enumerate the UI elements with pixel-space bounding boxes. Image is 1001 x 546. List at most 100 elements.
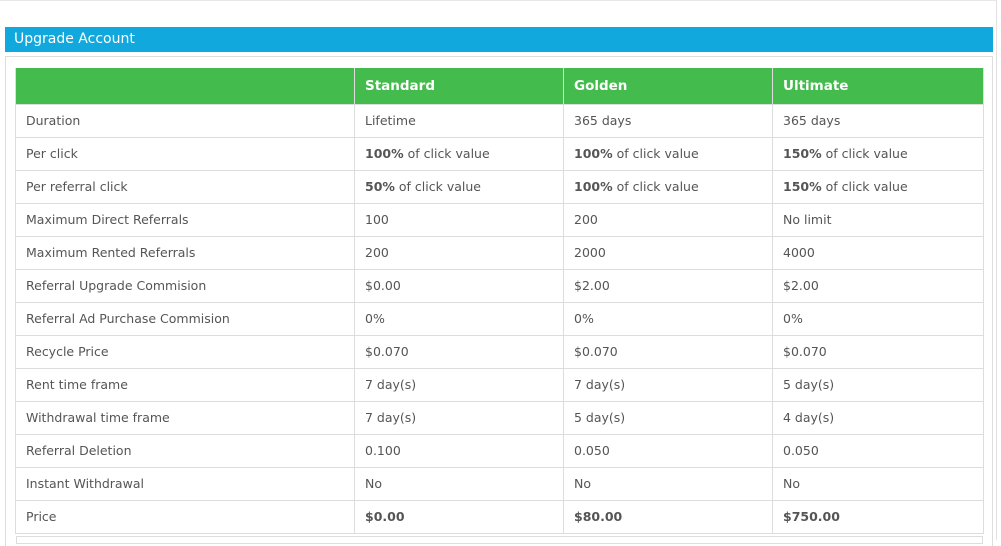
row-label: Withdrawal time frame xyxy=(15,400,355,435)
row-label: Maximum Direct Referrals xyxy=(15,202,355,237)
cell-text: $2.00 xyxy=(783,278,819,293)
cell-golden: 100% of click value xyxy=(563,169,773,204)
cell-standard: 100 xyxy=(354,202,564,237)
cell-text: 7 day(s) xyxy=(365,410,417,425)
cell-ultimate: 4000 xyxy=(772,235,984,270)
table-row: Rent time frame 7 day(s) 7 day(s) 5 day(s) xyxy=(15,367,984,402)
table-row: Per click 100% of click value 100% of clic… xyxy=(15,136,984,171)
cell-text: 365 days xyxy=(574,113,632,128)
table-body: Duration Lifetime 365 days 365 days Per clic… xyxy=(15,103,984,534)
cell-text: No xyxy=(365,476,382,491)
cell-golden: 7 day(s) xyxy=(563,367,773,402)
cell-text: $0.070 xyxy=(365,344,409,359)
next-panel-edge xyxy=(16,536,983,544)
cell-standard: No xyxy=(354,466,564,501)
cell-golden: 365 days xyxy=(563,103,773,138)
cell-text: 7 day(s) xyxy=(574,377,626,392)
cell-emphasis: 100% xyxy=(574,179,613,194)
cell-text: Lifetime xyxy=(365,113,416,128)
table-row-price: Price $0.00 $80.00 $750.00 xyxy=(15,499,984,534)
price-golden: $80.00 xyxy=(563,499,773,534)
header-golden: Golden xyxy=(563,68,773,104)
cell-golden: 5 day(s) xyxy=(563,400,773,435)
cell-standard: 7 day(s) xyxy=(354,367,564,402)
price-standard: $0.00 xyxy=(354,499,564,534)
cell-standard: $0.070 xyxy=(354,334,564,369)
cell-golden: 0% xyxy=(563,301,773,336)
cell-text: 0% xyxy=(365,311,385,326)
cell-text: 100 xyxy=(365,212,389,227)
table-row: Withdrawal time frame 7 day(s) 5 day(s) 4 d… xyxy=(15,400,984,435)
cell-ultimate: $2.00 xyxy=(772,268,984,303)
cell-text: No xyxy=(574,476,591,491)
cell-text: 200 xyxy=(365,245,389,260)
row-label: Price xyxy=(15,499,355,534)
panel-title: Upgrade Account xyxy=(5,27,993,52)
row-label: Duration xyxy=(15,103,355,138)
cell-text: $2.00 xyxy=(574,278,610,293)
cell-ultimate: No limit xyxy=(772,202,984,237)
cell-golden: 0.050 xyxy=(563,433,773,468)
cell-standard: 0.100 xyxy=(354,433,564,468)
cell-text: 4 day(s) xyxy=(783,410,835,425)
header-standard: Standard xyxy=(354,68,564,104)
price-ultimate: $750.00 xyxy=(772,499,984,534)
cell-ultimate: 0.050 xyxy=(772,433,984,468)
cell-text: of click value xyxy=(821,179,908,194)
cell-text: $0.00 xyxy=(365,278,401,293)
table-row: Referral Deletion 0.100 0.050 0.050 xyxy=(15,433,984,468)
cell-standard: 200 xyxy=(354,235,564,270)
cell-ultimate: 5 day(s) xyxy=(772,367,984,402)
row-label: Maximum Rented Referrals xyxy=(15,235,355,270)
cell-text: 0.050 xyxy=(574,443,610,458)
cell-text: of click value xyxy=(612,146,699,161)
cell-golden: 100% of click value xyxy=(563,136,773,171)
row-label: Per click xyxy=(15,136,355,171)
cell-text: 365 days xyxy=(783,113,841,128)
cell-text: $0.070 xyxy=(574,344,618,359)
cell-text: of click value xyxy=(612,179,699,194)
cell-ultimate: No xyxy=(772,466,984,501)
cell-standard: 100% of click value xyxy=(354,136,564,171)
cell-golden: 2000 xyxy=(563,235,773,270)
table-row: Per referral click 50% of click value 100%… xyxy=(15,169,984,204)
cell-text: 7 day(s) xyxy=(365,377,417,392)
plans-comparison-table: Standard Golden Ultimate Duration Lifetim… xyxy=(15,68,984,534)
cell-standard: $0.00 xyxy=(354,268,564,303)
table-row: Instant Withdrawal No No No xyxy=(15,466,984,501)
cell-ultimate: 4 day(s) xyxy=(772,400,984,435)
cell-ultimate: $0.070 xyxy=(772,334,984,369)
cell-text: 0% xyxy=(783,311,803,326)
row-label: Referral Upgrade Commision xyxy=(15,268,355,303)
header-ultimate: Ultimate xyxy=(772,68,984,104)
table-header-row: Standard Golden Ultimate xyxy=(15,68,984,104)
cell-golden: $0.070 xyxy=(563,334,773,369)
table-row: Referral Ad Purchase Commision 0% 0% 0% xyxy=(15,301,984,336)
row-label: Referral Deletion xyxy=(15,433,355,468)
cell-text: of click value xyxy=(821,146,908,161)
table-row: Duration Lifetime 365 days 365 days xyxy=(15,103,984,138)
cell-text: 5 day(s) xyxy=(783,377,835,392)
cell-text: 200 xyxy=(574,212,598,227)
row-label: Instant Withdrawal xyxy=(15,466,355,501)
cell-text: No xyxy=(783,476,800,491)
cell-text: No limit xyxy=(783,212,832,227)
cell-text: 2000 xyxy=(574,245,606,260)
cell-golden: No xyxy=(563,466,773,501)
cell-ultimate: 0% xyxy=(772,301,984,336)
table-row: Maximum Direct Referrals 100 200 No limit xyxy=(15,202,984,237)
cell-emphasis: 50% xyxy=(365,179,395,194)
table-row: Referral Upgrade Commision $0.00 $2.00 $2.0… xyxy=(15,268,984,303)
row-label: Per referral click xyxy=(15,169,355,204)
cell-text: $0.070 xyxy=(783,344,827,359)
cell-ultimate: 150% of click value xyxy=(772,136,984,171)
cell-text: of click value xyxy=(394,179,481,194)
cell-standard: 7 day(s) xyxy=(354,400,564,435)
header-empty xyxy=(15,68,355,104)
cell-ultimate: 365 days xyxy=(772,103,984,138)
cell-golden: 200 xyxy=(563,202,773,237)
cell-standard: Lifetime xyxy=(354,103,564,138)
table-row: Recycle Price $0.070 $0.070 $0.070 xyxy=(15,334,984,369)
cell-ultimate: 150% of click value xyxy=(772,169,984,204)
cell-text: 0.050 xyxy=(783,443,819,458)
